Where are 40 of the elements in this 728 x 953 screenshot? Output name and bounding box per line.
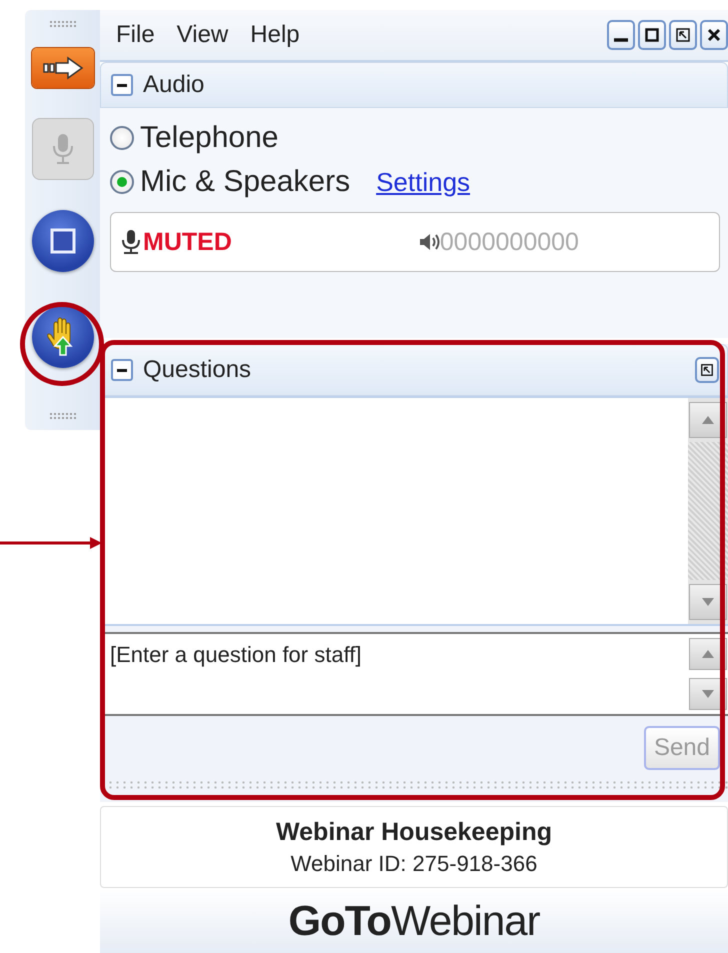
maximize-icon	[644, 27, 660, 43]
brand-logo: GoToWebinar	[288, 896, 540, 944]
pop-out-button[interactable]	[669, 20, 697, 50]
menu-item[interactable]: File	[116, 21, 155, 49]
radio-label[interactable]: Mic & Speakers	[140, 165, 350, 199]
webinar-id: Webinar ID: 275-918-366	[290, 850, 538, 876]
collapse-button[interactable]	[32, 48, 94, 88]
screen-button[interactable]	[32, 210, 94, 272]
speaker-level-meter: 0000000000	[440, 228, 579, 256]
grip-handle[interactable]	[48, 20, 76, 28]
maximize-button[interactable]	[638, 20, 666, 50]
up-triangle-icon	[701, 649, 715, 659]
grip-handle[interactable]	[48, 412, 76, 420]
close-button[interactable]	[700, 20, 728, 50]
pop-out-icon	[675, 27, 691, 43]
down-triangle-icon	[701, 689, 715, 699]
up-triangle-icon	[701, 415, 715, 425]
radio-label[interactable]: Telephone	[140, 121, 278, 155]
mic-status: MUTED	[143, 228, 232, 256]
menu-item[interactable]: View	[176, 21, 228, 49]
radio-button[interactable]	[110, 126, 134, 150]
collapse-toggle[interactable]	[111, 359, 133, 381]
section-title: Questions	[143, 356, 252, 384]
radio-button[interactable]	[110, 170, 134, 194]
square-icon	[48, 227, 76, 255]
close-icon	[706, 27, 722, 43]
collapse-toggle[interactable]	[111, 74, 133, 96]
section-title: Audio	[143, 71, 204, 99]
minimize-button[interactable]	[607, 20, 635, 50]
microphone-icon	[50, 132, 74, 166]
menu-item[interactable]: Help	[250, 21, 300, 49]
speaker-icon	[418, 231, 440, 253]
minimize-icon	[614, 38, 628, 42]
webinar-title: Webinar Housekeeping	[276, 818, 552, 846]
down-triangle-icon	[701, 597, 715, 607]
microphone-icon	[121, 229, 141, 255]
pop-out-button[interactable]	[695, 357, 719, 383]
pop-out-icon	[700, 363, 714, 377]
settings-link[interactable]: Settings	[376, 166, 470, 198]
raise-hand-button[interactable]	[32, 306, 94, 368]
